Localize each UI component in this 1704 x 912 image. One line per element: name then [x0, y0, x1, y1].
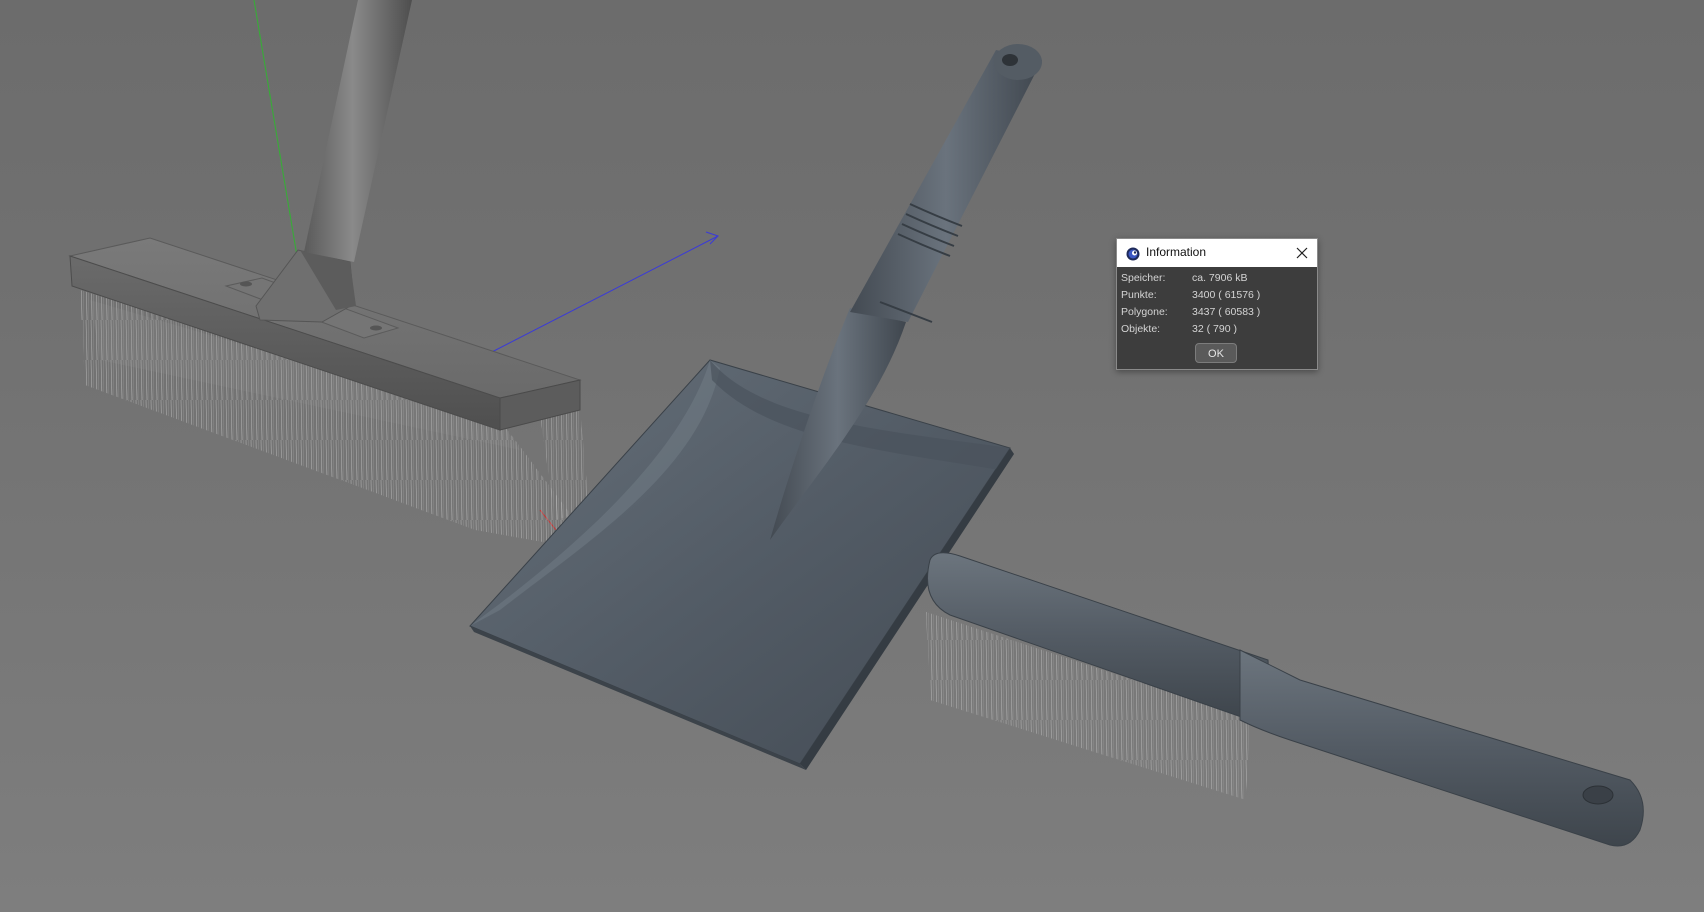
cinema4d-logo-icon [1126, 246, 1140, 261]
hand-brush-model [926, 552, 1644, 847]
info-label: Punkte: [1121, 289, 1157, 301]
info-value: 3400 ( 61576 ) [1192, 289, 1261, 301]
3d-viewport[interactable]: Information Speicher: ca. 7906 kB Punkte… [0, 0, 1704, 912]
info-value: 32 ( 790 ) [1192, 323, 1237, 335]
information-dialog[interactable]: Information Speicher: ca. 7906 kB Punkte… [1116, 238, 1318, 370]
dialog-titlebar[interactable]: Information [1117, 239, 1317, 267]
viewport-scene [68, 0, 1644, 847]
info-label: Speicher: [1121, 272, 1166, 284]
info-row-points: Punkte: 3400 ( 61576 ) [1121, 289, 1311, 305]
push-broom-model [68, 0, 590, 545]
info-label: Objekte: [1121, 323, 1161, 335]
info-row-polygons: Polygone: 3437 ( 60583 ) [1121, 306, 1311, 322]
ok-button[interactable]: OK [1195, 343, 1237, 363]
info-value: 3437 ( 60583 ) [1192, 306, 1261, 318]
close-icon[interactable] [1293, 244, 1311, 262]
info-row-objects: Objekte: 32 ( 790 ) [1121, 323, 1311, 339]
info-value: ca. 7906 kB [1192, 272, 1248, 284]
dialog-title: Information [1146, 245, 1207, 259]
y-axis-line [253, 0, 299, 263]
info-label: Polygone: [1121, 306, 1168, 318]
info-row-memory: Speicher: ca. 7906 kB [1121, 272, 1311, 288]
z-axis-line [487, 235, 719, 355]
